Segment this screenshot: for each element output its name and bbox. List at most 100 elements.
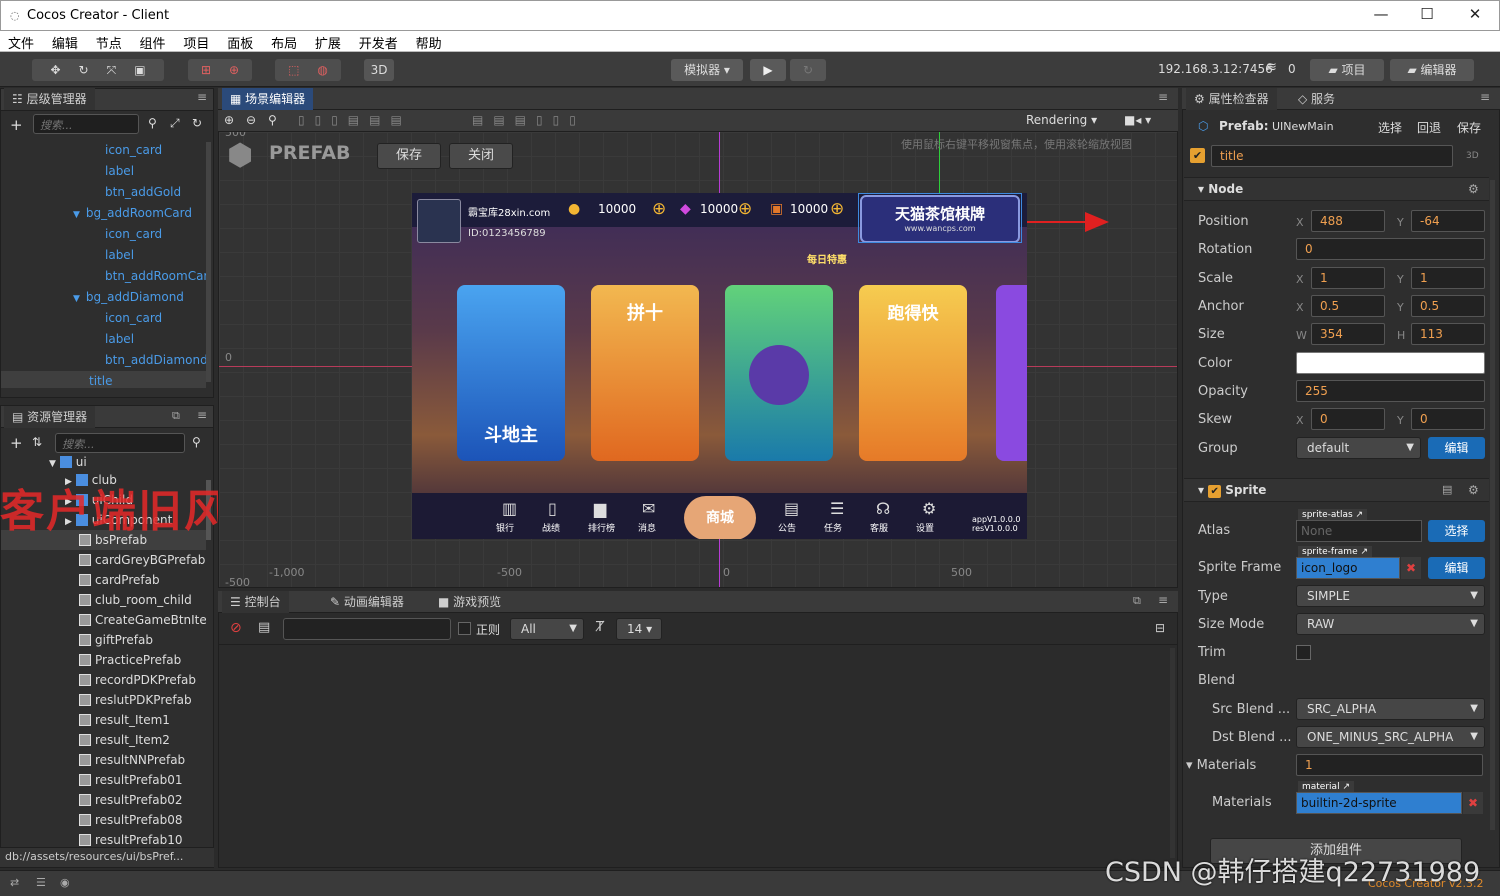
zoom-out-icon[interactable]: ⊖ <box>246 113 256 127</box>
service-button[interactable]: 客服 <box>870 521 888 534</box>
rotation-input[interactable]: 0 <box>1296 238 1485 260</box>
tree-item[interactable]: btn_addDiamond <box>105 350 206 370</box>
menu-extension[interactable]: 扩展 <box>301 31 341 52</box>
help-book-icon[interactable]: ▤ <box>1442 483 1452 496</box>
avatar[interactable] <box>417 199 461 243</box>
atlas-choose-button[interactable]: 选择 <box>1428 520 1485 542</box>
record-button[interactable]: 战绩 <box>542 521 560 534</box>
game-card[interactable]: 拼十 <box>591 285 699 461</box>
prefab-revert-button[interactable]: 回退 <box>1417 119 1441 136</box>
tree-item[interactable]: btn_addRoomCar <box>105 266 206 286</box>
rotate-tool-icon[interactable]: ↻ <box>79 63 89 77</box>
menu-help[interactable]: 帮助 <box>402 31 442 52</box>
distribute-tools-icon[interactable]: ▤▤▤▯▯▯ <box>472 113 586 127</box>
scale-tool-icon[interactable]: ⤧ <box>107 63 117 77</box>
node-active-checkbox[interactable]: ✔ <box>1190 148 1205 163</box>
menu-panel[interactable]: 面板 <box>213 31 253 52</box>
local-icon[interactable]: ⊕ <box>229 63 239 77</box>
regex-checkbox[interactable] <box>458 622 471 635</box>
scene-viewport[interactable]: -1,000 -500 0 500 500 0 -500 ⬢ PREFAB 保存… <box>219 132 1177 587</box>
list-item[interactable]: reslutPDKPrefab <box>79 690 192 710</box>
sprite-enabled-checkbox[interactable]: ✔ <box>1208 485 1222 498</box>
font-size-select[interactable]: 14 ▾ <box>616 618 662 640</box>
skew-x-input[interactable]: 0 <box>1311 408 1385 430</box>
close-button[interactable]: ✕ <box>1455 5 1495 23</box>
x-arrow-icon[interactable] <box>1085 212 1109 232</box>
message-button[interactable]: 消息 <box>638 521 656 534</box>
inspector-scrollbar[interactable] <box>1490 180 1495 830</box>
color-picker[interactable] <box>1296 352 1485 374</box>
list-item[interactable]: cardPrefab <box>79 570 160 590</box>
size-mode-select[interactable]: RAW ▼ <box>1296 613 1485 635</box>
database-icon[interactable]: ☰ <box>36 876 46 889</box>
panel-menu-icon[interactable]: ≡ <box>197 408 207 422</box>
bank-button[interactable]: 银行 <box>496 521 514 534</box>
list-item[interactable]: resultPrefab10 <box>79 830 183 846</box>
clear-material-icon[interactable]: ✖ <box>1463 792 1483 814</box>
menu-edit[interactable]: 编辑 <box>38 31 78 52</box>
log-file-icon[interactable]: ▤ <box>258 620 270 635</box>
list-item[interactable]: result_Item1 <box>79 710 170 730</box>
game-card[interactable] <box>996 285 1027 461</box>
tab-assets[interactable]: ▤ 资源管理器 <box>4 406 96 428</box>
tree-item[interactable]: ▼ bg_addRoomCard <box>73 203 192 223</box>
list-item[interactable]: CreateGameBtnIter <box>79 610 206 630</box>
camera-icon[interactable]: ■◂ ▾ <box>1124 113 1151 127</box>
panel-menu-icon[interactable]: ≡ <box>197 90 207 104</box>
list-item[interactable]: giftPrefab <box>79 630 153 650</box>
shop-button[interactable]: 商城 <box>684 496 756 539</box>
src-blend-select[interactable]: SRC_ALPHA ▼ <box>1296 698 1485 720</box>
add-gold-icon[interactable]: ⊕ <box>652 199 666 219</box>
tab-console[interactable]: ☰ 控制台 <box>222 591 289 613</box>
minimize-button[interactable]: — <box>1361 5 1401 23</box>
console-filter-input[interactable] <box>283 618 451 640</box>
pivot-icon[interactable]: ⊞ <box>201 63 211 77</box>
expand-icon[interactable]: ⤢ <box>170 116 180 131</box>
tab-services[interactable]: ◇ 服务 <box>1290 88 1343 110</box>
position-x-input[interactable]: 488 <box>1311 210 1385 232</box>
menu-component[interactable]: 组件 <box>126 31 166 52</box>
3d-badge[interactable]: 3D <box>1466 151 1479 161</box>
tree-item[interactable]: icon_card <box>105 224 162 244</box>
tab-scene[interactable]: ▦ 场景编辑器 <box>222 88 314 110</box>
menu-developer[interactable]: 开发者 <box>345 31 398 52</box>
position-y-input[interactable]: -64 <box>1411 210 1485 232</box>
clear-frame-icon[interactable]: ✖ <box>1401 557 1421 579</box>
skew-y-input[interactable]: 0 <box>1411 408 1485 430</box>
expand-arrow-icon[interactable]: ▼ <box>73 294 80 304</box>
rendering-dropdown[interactable]: Rendering ▾ <box>1026 113 1097 127</box>
zoom-in-icon[interactable]: ⊕ <box>224 113 234 127</box>
list-item[interactable]: resultNNPrefab <box>79 750 185 770</box>
tree-item[interactable]: icon_card <box>105 140 162 160</box>
console-scrollbar[interactable] <box>1170 648 1175 858</box>
panel-menu-icon[interactable]: ≡ <box>1158 90 1168 104</box>
task-button[interactable]: 任务 <box>824 521 842 534</box>
tree-item[interactable]: label <box>105 329 134 349</box>
size-h-input[interactable]: 113 <box>1411 323 1485 345</box>
type-select[interactable]: SIMPLE ▼ <box>1296 585 1485 607</box>
list-item[interactable]: resultPrefab01 <box>79 770 183 790</box>
tree-item[interactable]: ▼ bg_addDiamond <box>73 287 184 307</box>
opacity-input[interactable]: 255 <box>1296 380 1485 402</box>
list-item[interactable]: club_room_child <box>79 590 192 610</box>
trim-checkbox[interactable] <box>1296 645 1311 660</box>
list-item[interactable]: result_Item2 <box>79 730 170 750</box>
chevron-down-icon[interactable]: ▾ <box>1186 758 1197 773</box>
tab-game-preview[interactable]: ■ 游戏预览 <box>430 591 509 613</box>
menu-layout[interactable]: 布局 <box>257 31 297 52</box>
popout-icon[interactable]: ⧉ <box>1133 594 1141 608</box>
prefab-select-button[interactable]: 选择 <box>1378 119 1402 136</box>
panel-menu-icon[interactable]: ≡ <box>1158 593 1168 607</box>
notice-button[interactable]: 公告 <box>778 521 796 534</box>
expand-arrow-icon[interactable]: ▼ <box>49 459 56 469</box>
node-name-input[interactable]: title <box>1211 145 1453 167</box>
atlas-field[interactable]: None <box>1296 520 1422 542</box>
add-asset-icon[interactable]: + <box>10 434 23 452</box>
menu-file[interactable]: 文件 <box>0 31 34 52</box>
menu-project[interactable]: 项目 <box>169 31 209 52</box>
rank-button[interactable]: 排行榜 <box>588 521 615 534</box>
snap-icon[interactable]: ⬚ <box>288 63 299 77</box>
search-icon[interactable]: ⚲ <box>148 116 157 130</box>
scale-x-input[interactable]: 1 <box>1311 267 1385 289</box>
refresh-button[interactable]: ↻ <box>790 59 826 81</box>
